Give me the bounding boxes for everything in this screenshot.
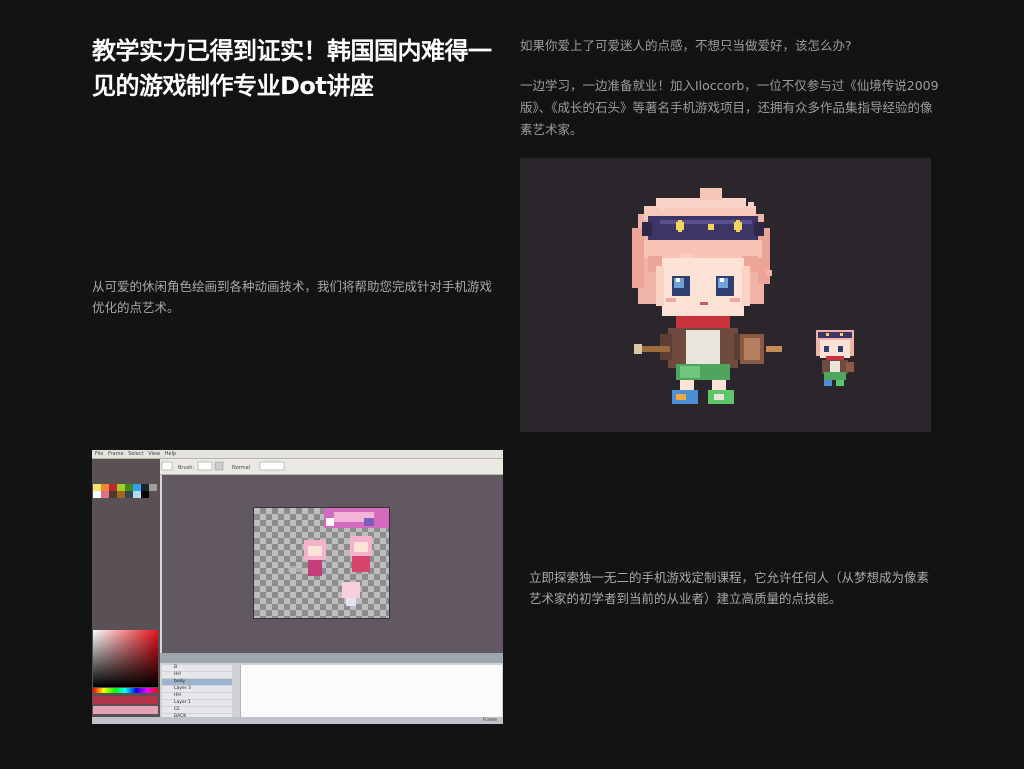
headline: 教学实力已得到证实！韩国国内难得一见的游戏制作专业Dot讲座	[92, 37, 492, 100]
menu-view: View	[148, 451, 161, 457]
color-palette	[93, 484, 157, 498]
intro-question: 如果你爱上了可爱迷人的点感，不想只当做爱好，该怎么办?	[520, 38, 852, 53]
canvas-sprites	[288, 508, 389, 606]
layer-item: CE	[162, 707, 232, 714]
pixel-character-image	[632, 188, 854, 404]
editor-menubar: File Frame Select View Help	[92, 450, 503, 459]
layer-list: B HH body Layer 3 HH Layer 1 CE BACK	[162, 665, 232, 724]
intro-body: 一边学习，一边准备就业！加入Iloccorb，一位不仅参与过《仙境传说2009版…	[520, 78, 939, 137]
page: 教学实力已得到证实！韩国国内难得一见的游戏制作专业Dot讲座 如果你爱上了可爱迷…	[0, 0, 1024, 769]
layer-item: body	[162, 679, 232, 686]
editor-screenshot: File Frame Select View Help Brush: Norma…	[92, 450, 503, 724]
large-character	[632, 188, 782, 404]
editor-canvas	[253, 507, 390, 619]
menu-select: Select	[128, 451, 144, 457]
layer-item: Layer 1	[162, 700, 232, 707]
frame-timeline	[240, 665, 502, 724]
body-right-text: 立即探索独一无二的手机游戏定制课程，它允许任何人（从梦想成为像素艺术家的初学者到…	[529, 570, 930, 606]
layers-header	[160, 653, 503, 663]
menu-help: Help	[164, 451, 177, 457]
hue-slider	[93, 688, 158, 693]
menu-frame: Frame	[107, 451, 124, 457]
layer-item: Layer 3	[162, 686, 232, 693]
toolbar-controls: Brush: Normal	[161, 461, 285, 471]
layer-item: HH	[162, 672, 232, 679]
layers-panel: B HH body Layer 3 HH Layer 1 CE BACK	[160, 653, 503, 724]
editor-toolbar: Brush: Normal	[160, 459, 503, 475]
layer-item: B	[162, 665, 232, 672]
mode-label: Normal	[232, 465, 250, 471]
brush-label: Brush:	[178, 465, 194, 471]
menu-file: File	[95, 451, 104, 457]
secondary-color-swatch	[93, 706, 158, 714]
status-frame-label: Frame	[482, 718, 497, 723]
editor-statusbar: Frame	[92, 717, 503, 724]
primary-color-swatch	[93, 696, 158, 704]
pixel-art-illustration	[520, 158, 931, 432]
color-picker	[93, 630, 158, 687]
layer-item: HH	[162, 693, 232, 700]
body-left-text: 从可爱的休闲角色绘画到各种动画技术，我们将帮助您完成针对手机游戏优化的点艺术。	[92, 279, 493, 315]
small-character	[816, 330, 854, 386]
